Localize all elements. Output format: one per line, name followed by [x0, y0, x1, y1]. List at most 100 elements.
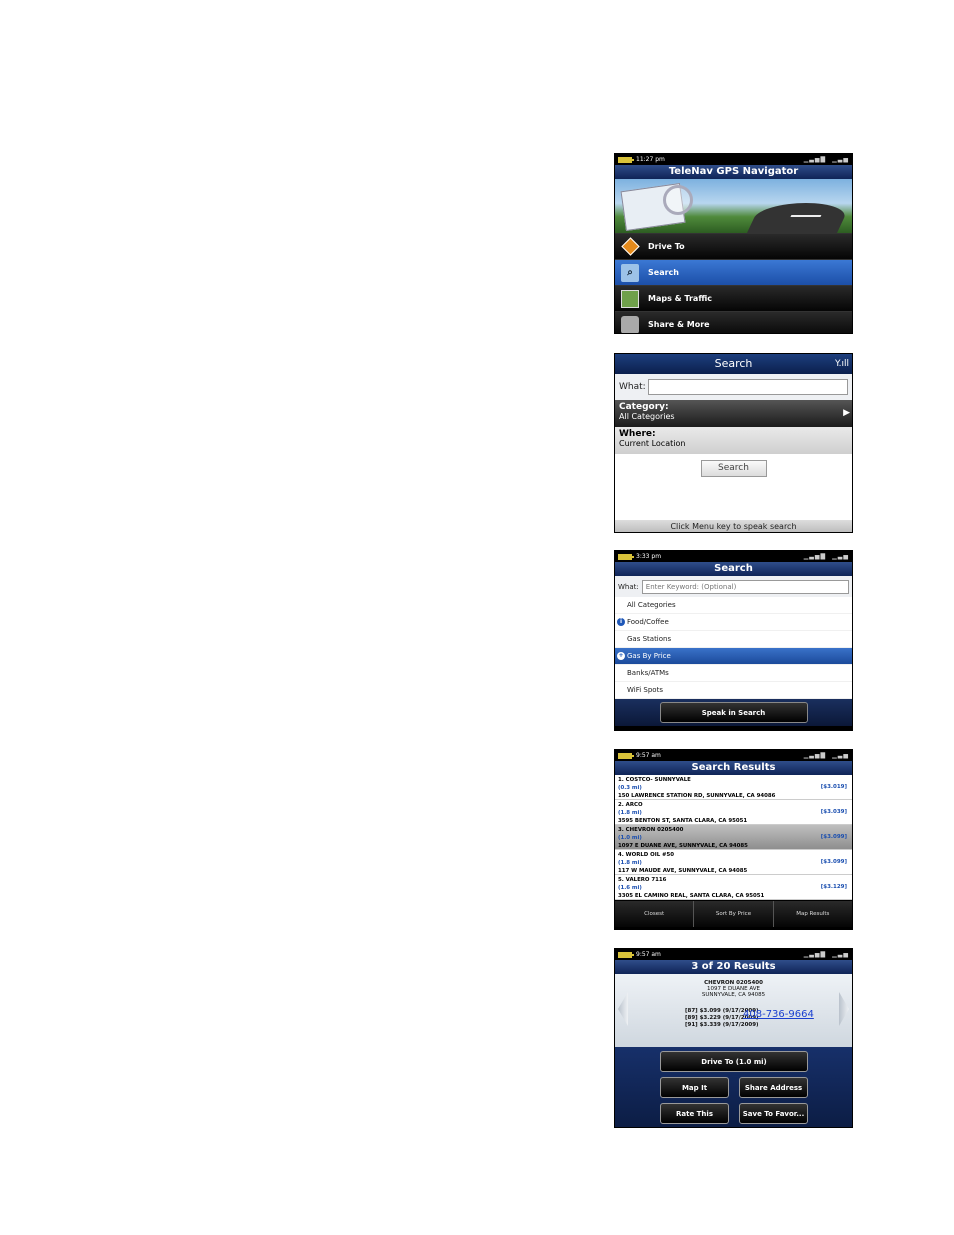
price-line: [91] $3.339 (9/17/2009) [685, 1022, 759, 1028]
category-item-gas-stations[interactable]: Gas Stations [615, 631, 852, 648]
category-item-food-coffee[interactable]: i Food/Coffee [615, 614, 852, 631]
where-selector[interactable]: Where: Current Location [615, 427, 852, 454]
tab-map-results[interactable]: Map Results [774, 901, 852, 927]
category-value: All Categories [619, 412, 675, 421]
result-row[interactable]: 1. COSTCO- SUNNYVALE (0.3 mi) 150 LAWREN… [615, 775, 852, 800]
category-list-screen: 3:33 pm ▁▃▅▇ ▁▃▅ Search What: All Catego… [614, 550, 853, 731]
battery-icon [618, 951, 634, 958]
battery-icon [618, 553, 634, 560]
road-icon [747, 203, 851, 233]
result-detail-card: CHEVRON 0205400 1097 E DUANE AVE SUNNYVA… [615, 974, 852, 1047]
category-item-gas-by-price[interactable]: + Gas By Price [615, 648, 852, 665]
tab-sort-by-price[interactable]: Sort By Price [694, 901, 774, 927]
result-row[interactable]: 4. WORLD OIL #50 (1.8 mi) 117 W MAUDE AV… [615, 850, 852, 875]
category-item-label: Banks/ATMs [627, 669, 669, 677]
result-row[interactable]: 2. ARCO (1.8 mi) 3595 BENTON ST, SANTA C… [615, 800, 852, 825]
app-title: TeleNav GPS Navigator [615, 165, 852, 179]
screen-title: Search Y.ıll [615, 354, 852, 374]
result-price: [$3.099] [820, 834, 847, 840]
result-address: 3305 EL CAMINO REAL, SANTA CLARA, CA 950… [618, 893, 765, 899]
screen-title-text: Search [714, 357, 753, 370]
signal-icon: ▁▃▅▇ [803, 752, 827, 759]
result-name: 3. CHEVRON 0205400 [618, 827, 684, 833]
category-item-label: Gas Stations [627, 635, 672, 643]
search-button[interactable]: Search [700, 459, 767, 477]
station-address-line2: SUNNYVALE, CA 94085 [701, 992, 766, 998]
category-item-label: All Categories [627, 601, 676, 609]
result-detail-screen: 9:57 am ▁▃▅▇ ▁▃▅ 3 of 20 Results CHEVRON… [614, 948, 853, 1128]
what-label: What: [619, 382, 646, 392]
category-item-banks-atms[interactable]: Banks/ATMs [615, 665, 852, 682]
menu-item-maps-traffic[interactable]: Maps & Traffic [615, 285, 852, 311]
category-item-label: WiFi Spots [627, 686, 663, 694]
search-results-screen: 9:57 am ▁▃▅▇ ▁▃▅ Search Results 1. COSTC… [614, 749, 853, 930]
phone-link[interactable]: 408-736-9664 [743, 1009, 814, 1020]
signal-icon: ▁▃▅▇ [803, 156, 827, 163]
empty-area [615, 482, 852, 520]
plus-icon: + [617, 652, 625, 660]
screen-title: 3 of 20 Results [615, 960, 852, 974]
tab-closest[interactable]: Closest [615, 901, 695, 927]
menu-item-label: Drive To [648, 242, 685, 251]
status-time: 9:57 am [636, 951, 661, 958]
save-to-favorites-button[interactable]: Save To Favor... [739, 1103, 808, 1124]
screen-title: Search [615, 562, 852, 576]
share-address-button[interactable]: Share Address [739, 1077, 808, 1098]
result-distance: (0.3 mi) [618, 785, 642, 791]
what-row: What: [615, 576, 852, 597]
bottom-bar: Speak in Search [615, 699, 852, 726]
menu-item-label: Maps & Traffic [648, 294, 712, 303]
result-address: 150 LAWRENCE STATION RD, SUNNYVALE, CA 9… [618, 793, 776, 799]
banner-image [615, 179, 852, 233]
speak-hint: Click Menu key to speak search [615, 520, 852, 532]
category-selector[interactable]: Category: All Categories ▶ [615, 400, 852, 427]
category-item-wifi-spots[interactable]: WiFi Spots [615, 682, 852, 699]
results-list: 1. COSTCO- SUNNYVALE (0.3 mi) 150 LAWREN… [615, 775, 852, 900]
result-name: 1. COSTCO- SUNNYVALE [618, 777, 691, 783]
result-address: 117 W MAUDE AVE, SUNNYVALE, CA 94085 [618, 868, 748, 874]
speak-in-search-button[interactable]: Speak in Search [659, 702, 808, 723]
signal-icon: Y.ıll [834, 359, 849, 369]
info-icon: i [617, 618, 625, 626]
status-bar: 3:33 pm ▁▃▅▇ ▁▃▅ [615, 551, 852, 562]
status-time: 9:57 am [636, 752, 661, 759]
menu-item-drive-to[interactable]: Drive To [615, 233, 852, 259]
what-input[interactable] [647, 379, 848, 395]
search-button-row: Search [615, 454, 852, 482]
signal-icon: ▁▃▅ [832, 951, 849, 958]
rate-this-button[interactable]: Rate This [660, 1103, 729, 1124]
result-name: 4. WORLD OIL #50 [618, 852, 675, 858]
map-it-button[interactable]: Map It [660, 1077, 729, 1098]
result-row[interactable]: 3. CHEVRON 0205400 (1.0 mi) 1097 E DUANE… [615, 825, 852, 850]
share-icon [621, 315, 639, 333]
signal-icon: ▁▃▅ [832, 752, 849, 759]
result-address: 1097 E DUANE AVE, SUNNYVALE, CA 94085 [618, 843, 748, 849]
action-buttons: Drive To (1.0 mi) Map It Share Address R… [615, 1047, 852, 1127]
result-name: 5. VALERO 7116 [618, 877, 667, 883]
menu-item-label: Search [648, 268, 679, 277]
what-row: What: [615, 374, 852, 400]
result-distance: (1.0 mi) [618, 835, 642, 841]
signal-icon: ▁▃▅ [832, 553, 849, 560]
category-item-label: Food/Coffee [627, 618, 669, 626]
result-distance: (1.8 mi) [618, 810, 642, 816]
status-bar: 9:57 am ▁▃▅▇ ▁▃▅ [615, 949, 852, 960]
menu-item-search[interactable]: ⌕ Search [615, 259, 852, 285]
menu-item-share-more[interactable]: Share & More [615, 311, 852, 333]
station-name: CHEVRON 0205400 [704, 980, 763, 986]
main-menu-screen: 11:27 pm ▁▃▅▇ ▁▃▅ TeleNav GPS Navigator … [614, 153, 853, 334]
status-bar: 9:57 am ▁▃▅▇ ▁▃▅ [615, 750, 852, 761]
result-distance: (1.8 mi) [618, 860, 642, 866]
keyword-input[interactable] [641, 579, 849, 594]
magnifier-icon [663, 185, 693, 215]
result-row[interactable]: 5. VALERO 7116 (1.6 mi) 3305 EL CAMINO R… [615, 875, 852, 900]
result-price: [$3.099] [820, 859, 847, 865]
drive-to-button[interactable]: Drive To (1.0 mi) [660, 1051, 808, 1072]
what-label: What: [618, 582, 639, 591]
signal-icon: ▁▃▅▇ [803, 951, 827, 958]
where-value: Current Location [619, 439, 686, 448]
category-item-all[interactable]: All Categories [615, 597, 852, 614]
category-list: All Categories i Food/Coffee Gas Station… [615, 597, 852, 699]
search-form-screen: Search Y.ıll What: Category: All Categor… [614, 353, 853, 533]
category-item-label: Gas By Price [627, 652, 671, 660]
